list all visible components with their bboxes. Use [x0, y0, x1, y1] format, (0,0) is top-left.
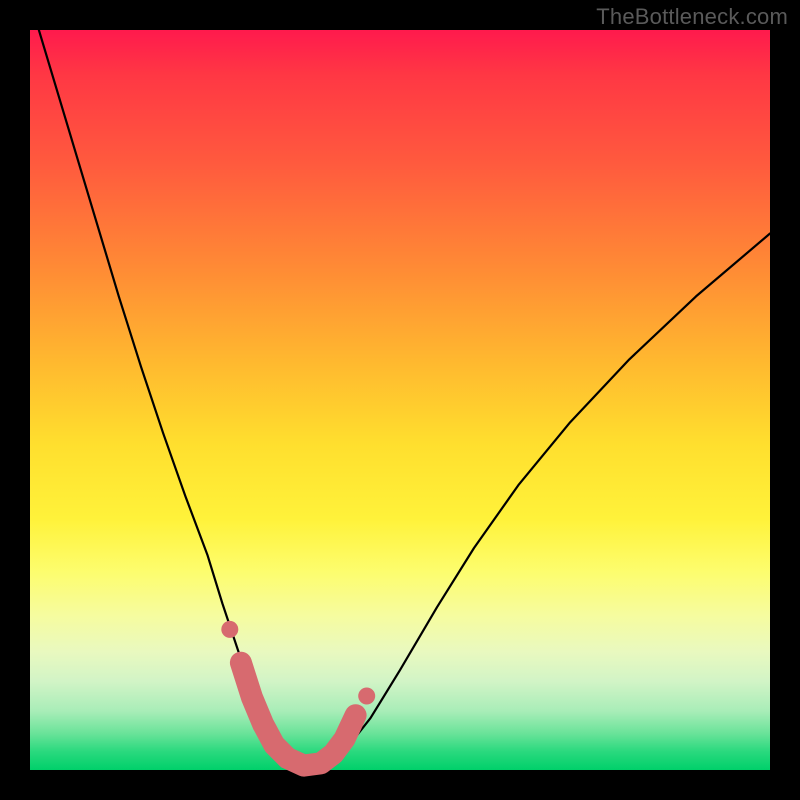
marker-dot — [221, 621, 238, 638]
chart-svg — [30, 30, 770, 770]
marker-dot — [358, 688, 375, 705]
marker-band — [241, 663, 356, 766]
watermark-text: TheBottleneck.com — [596, 4, 788, 30]
plot-area — [30, 30, 770, 770]
chart-frame: TheBottleneck.com — [0, 0, 800, 800]
bottleneck-curve — [30, 0, 770, 765]
